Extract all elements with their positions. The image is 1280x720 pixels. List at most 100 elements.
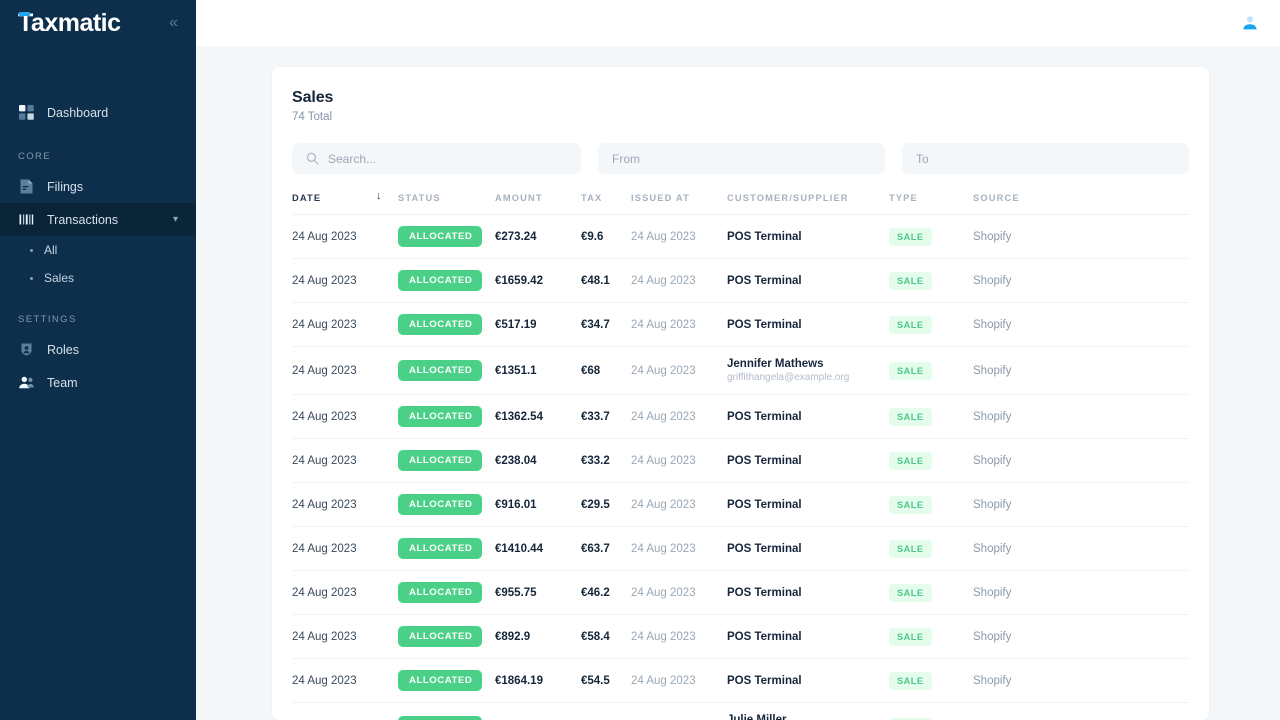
column-header-issued-at[interactable]: ISSUED AT xyxy=(631,193,727,215)
table-row[interactable]: 24 Aug 2023 ALLOCATED €955.75 €46.2 24 Aug 2… xyxy=(292,570,1189,615)
cell-date: 24 Aug 2023 xyxy=(292,482,398,527)
cell-tax: €63.7 xyxy=(581,526,631,571)
cell-status: ALLOCATED xyxy=(398,570,495,615)
table-row[interactable]: 24 Aug 2023 ALLOCATED €273.24 €9.6 24 Aug 20… xyxy=(292,214,1189,259)
cell-amount: €1351.1 xyxy=(495,346,581,395)
cell-source: Shopify xyxy=(973,570,1189,615)
row-source: Shopify xyxy=(973,318,1012,331)
row-source: Shopify xyxy=(973,364,1012,377)
bars-icon xyxy=(18,211,35,228)
column-header-amount[interactable]: AMOUNT xyxy=(495,193,581,215)
row-amount: €517.19 xyxy=(495,318,537,331)
cell-issued-at: 24 Aug 2023 xyxy=(631,570,727,615)
table-body: 24 Aug 2023 ALLOCATED €273.24 €9.6 24 Aug 20… xyxy=(292,214,1189,720)
row-amount: €892.9 xyxy=(495,630,531,643)
cell-type: SALE xyxy=(889,482,973,527)
search-input[interactable]: Search... xyxy=(292,143,581,174)
cell-tax: €29.5 xyxy=(581,482,631,527)
row-tax: €29.5 xyxy=(581,498,610,511)
transactions-table: DATE ↓ STATUS AMOUNT TAX ISSUED AT CUSTO… xyxy=(292,190,1189,720)
cell-issued-at: 24 Aug 2023 xyxy=(631,394,727,439)
row-issued-at: 24 Aug 2023 xyxy=(631,274,696,287)
sidebar-item-filings[interactable]: Filings xyxy=(0,170,196,203)
sidebar-item-transactions[interactable]: Transactions ▾ xyxy=(0,203,196,236)
cell-status: ALLOCATED xyxy=(398,614,495,659)
sidebar-item-roles[interactable]: Roles xyxy=(0,333,196,366)
sidebar-item-team[interactable]: Team xyxy=(0,366,196,399)
sidebar-subitem-sales[interactable]: Sales xyxy=(0,264,196,292)
cell-customer: POS Terminal xyxy=(727,394,889,439)
shield-icon xyxy=(18,341,35,358)
user-avatar-icon[interactable] xyxy=(1241,14,1259,32)
table-row[interactable]: 24 Aug 2023 ALLOCATED €238.04 €33.2 24 Aug 2… xyxy=(292,438,1189,483)
column-header-customer-supplier[interactable]: CUSTOMER/SUPPLIER xyxy=(727,193,889,215)
cell-amount: €238.04 xyxy=(495,438,581,483)
column-header-tax[interactable]: TAX xyxy=(581,193,631,215)
cell-type: SALE xyxy=(889,570,973,615)
table-row[interactable]: 24 Aug 2023 ALLOCATED €1362.54 €33.7 24 Aug … xyxy=(292,394,1189,439)
sidebar-item-label: Transactions xyxy=(47,212,119,227)
row-tax: €48.1 xyxy=(581,274,610,287)
sidebar-section-settings: SETTINGS xyxy=(18,314,77,325)
from-date-input[interactable]: From xyxy=(598,143,885,174)
row-amount: €1362.54 xyxy=(495,410,543,423)
cell-tax: €68 xyxy=(581,346,631,395)
table-row[interactable]: 24 Aug 2023 ALLOCATED €892.9 €58.4 24 Aug 20… xyxy=(292,614,1189,659)
arrow-down-icon[interactable]: ↓ xyxy=(376,190,382,202)
row-date: 24 Aug 2023 xyxy=(292,230,357,243)
column-header-source[interactable]: SOURCE xyxy=(973,193,1189,215)
sidebar-subitem-label: Sales xyxy=(44,271,75,285)
sidebar-collapse-button[interactable]: « xyxy=(165,13,180,33)
cell-source: Shopify xyxy=(973,482,1189,527)
cell-date: 24 Aug 2023 xyxy=(292,394,398,439)
table-row[interactable]: 24 Aug 2023 ALLOCATED €916.01 €29.5 24 Aug 2… xyxy=(292,482,1189,527)
sidebar-subitem-all[interactable]: All xyxy=(0,236,196,264)
sidebar-item-dashboard[interactable]: Dashboard xyxy=(0,96,196,129)
column-header-date[interactable]: DATE ↓ xyxy=(292,190,398,215)
cell-tax: €34.7 xyxy=(581,302,631,347)
row-date: 24 Aug 2023 xyxy=(292,454,357,467)
type-badge: SALE xyxy=(889,627,932,646)
table-header-row: DATE ↓ STATUS AMOUNT TAX ISSUED AT CUSTO… xyxy=(292,190,1189,215)
table-header: DATE ↓ STATUS AMOUNT TAX ISSUED AT CUSTO… xyxy=(292,190,1189,215)
cell-amount: €892.9 xyxy=(495,614,581,659)
table-row[interactable]: 24 Aug 2023 ALLOCATED €1410.44 €63.7 24 Aug … xyxy=(292,526,1189,571)
cell-status: ALLOCATED xyxy=(398,214,495,259)
status-badge: ALLOCATED xyxy=(398,314,483,335)
cell-source: Shopify xyxy=(973,214,1189,259)
row-customer-name: POS Terminal xyxy=(727,454,802,467)
table-row[interactable]: 24 Aug 2023 ALLOCATED €1864.19 €54.5 24 Aug … xyxy=(292,658,1189,703)
row-customer-name: POS Terminal xyxy=(727,274,802,287)
cell-source: Shopify xyxy=(973,438,1189,483)
row-source: Shopify xyxy=(973,498,1012,511)
cell-amount: €273.24 xyxy=(495,214,581,259)
row-date: 24 Aug 2023 xyxy=(292,674,357,687)
row-customer-name: Julie Miller xyxy=(727,714,787,720)
people-icon xyxy=(18,374,35,391)
status-badge: ALLOCATED xyxy=(398,360,483,381)
table-row[interactable]: 24 Aug 2023ALLOCATED€190.7€2024 Aug 2023… xyxy=(292,702,1189,720)
row-amount: €1659.42 xyxy=(495,274,543,287)
row-date: 24 Aug 2023 xyxy=(292,630,357,643)
search-placeholder: Search... xyxy=(328,151,377,166)
row-amount: €1410.44 xyxy=(495,542,543,555)
cell-source: Shopify xyxy=(973,302,1189,347)
cell-status: ALLOCATED xyxy=(398,346,495,395)
column-header-type[interactable]: TYPE xyxy=(889,193,973,215)
row-tax: €63.7 xyxy=(581,542,610,555)
cell-date: 24 Aug 2023 xyxy=(292,214,398,259)
sidebar-header: Taxmatic « xyxy=(0,0,196,46)
to-placeholder: To xyxy=(916,151,929,166)
row-issued-at: 24 Aug 2023 xyxy=(631,364,696,377)
app-logo: Taxmatic xyxy=(18,10,121,36)
type-badge: SALE xyxy=(889,271,932,290)
row-amount: €955.75 xyxy=(495,586,537,599)
table-row[interactable]: 24 Aug 2023 ALLOCATED €517.19 €34.7 24 Aug 2… xyxy=(292,302,1189,347)
row-tax: €54.5 xyxy=(581,674,610,687)
column-header-status[interactable]: STATUS xyxy=(398,193,495,215)
to-date-input[interactable]: To xyxy=(902,143,1189,174)
table-row[interactable]: 24 Aug 2023 ALLOCATED €1659.42 €48.1 24 Aug … xyxy=(292,258,1189,303)
cell-date: 24 Aug 2023 xyxy=(292,570,398,615)
cell-customer: POS Terminal xyxy=(727,302,889,347)
table-row[interactable]: 24 Aug 2023 ALLOCATED €1351.1 €68 24 Aug 202… xyxy=(292,346,1189,395)
